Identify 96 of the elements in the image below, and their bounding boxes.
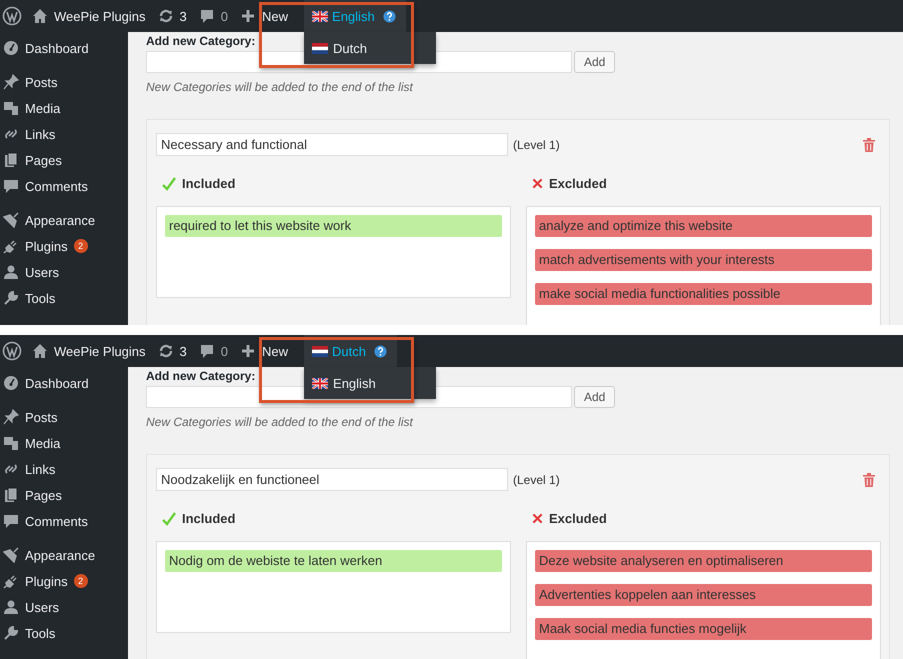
excluded-item[interactable]: match advertisements with your interests xyxy=(535,249,872,271)
category-name-input[interactable]: Necessary and functional xyxy=(156,133,508,156)
help-icon[interactable] xyxy=(382,10,396,22)
user-icon xyxy=(3,264,19,280)
update-count-badge: 2 xyxy=(74,239,88,253)
wordpress-logo-icon[interactable] xyxy=(2,341,22,361)
pages-icon xyxy=(3,152,19,168)
sidebar-menu-item[interactable]: Media xyxy=(0,95,128,121)
sidebar-menu-item[interactable]: Comments xyxy=(0,173,128,199)
sidebar-menu-item[interactable]: Tools xyxy=(0,620,128,646)
trash-icon[interactable] xyxy=(863,472,875,486)
language-option[interactable]: English xyxy=(304,371,436,395)
user-icon xyxy=(3,599,19,615)
sidebar-menu-item[interactable]: Plugins 2 xyxy=(0,568,128,594)
plug-icon xyxy=(3,573,19,589)
dutch-flag-icon xyxy=(312,42,328,54)
hint-text: New Categories will be added to the end of the list xyxy=(146,415,414,429)
site-name-link[interactable]: WeePie Plugins xyxy=(54,8,146,24)
sidebar-menu-item[interactable]: Media xyxy=(0,430,128,456)
check-icon xyxy=(162,176,176,190)
cross-icon xyxy=(532,178,543,189)
updates-count[interactable]: 3 xyxy=(180,344,187,358)
refresh-icon[interactable] xyxy=(158,343,174,359)
level-text: (Level 1) xyxy=(513,472,560,486)
excluded-item[interactable]: Maak social media functies mogelijk xyxy=(535,618,872,640)
plus-icon[interactable] xyxy=(240,8,256,24)
refresh-icon[interactable] xyxy=(158,8,174,24)
add-category-label: Add new Category: xyxy=(146,369,256,384)
pin-icon xyxy=(3,409,19,425)
cross-icon xyxy=(532,513,543,524)
add-button[interactable]: Add xyxy=(574,51,616,73)
pin-icon xyxy=(3,74,19,90)
sidebar-menu-item[interactable]: Links xyxy=(0,121,128,147)
excluded-item[interactable]: Advertenties koppelen aan interesses xyxy=(535,584,872,606)
sidebar-menu-item[interactable]: Tools xyxy=(0,285,128,311)
update-count-badge: 2 xyxy=(74,574,88,588)
excluded-item[interactable]: make social media functionalities possible xyxy=(535,283,872,305)
new-link[interactable]: New xyxy=(262,8,288,24)
pages-icon xyxy=(3,487,19,503)
wrench-icon xyxy=(3,625,19,641)
updates-count[interactable]: 3 xyxy=(180,8,187,24)
brush-icon xyxy=(3,212,19,228)
comments-count[interactable]: 0 xyxy=(220,344,228,358)
included-item[interactable]: required to let this website work xyxy=(165,215,502,237)
add-category-label: Add new Category: xyxy=(146,34,256,49)
comment-icon[interactable] xyxy=(198,343,215,359)
plus-icon[interactable] xyxy=(240,343,256,359)
language-switcher[interactable]: English xyxy=(304,0,406,32)
sidebar-menu-item[interactable]: Pages xyxy=(0,482,128,508)
comment-icon xyxy=(3,178,19,194)
media-icon xyxy=(3,435,19,451)
sidebar-menu-item[interactable]: Comments xyxy=(0,508,128,534)
comment-icon[interactable] xyxy=(198,8,215,24)
sidebar-menu-item[interactable]: Plugins 2 xyxy=(0,233,128,259)
help-icon[interactable] xyxy=(374,344,387,358)
sidebar-menu-item[interactable]: Appearance xyxy=(0,207,128,233)
language-option[interactable]: Dutch xyxy=(304,36,436,60)
dutch-flag-icon xyxy=(312,346,328,356)
brush-icon xyxy=(3,547,19,563)
wrench-icon xyxy=(3,290,19,306)
hint-text: New Categories will be added to the end of the list xyxy=(146,80,414,94)
home-icon[interactable] xyxy=(32,343,48,359)
category-name-input[interactable]: Noodzakelijk en functioneel xyxy=(156,468,508,491)
excluded-heading: Excluded xyxy=(549,511,607,526)
dashboard-icon xyxy=(3,40,19,56)
media-icon xyxy=(3,100,19,116)
excluded-item[interactable]: Deze website analyseren en optimaliseren xyxy=(535,550,872,572)
trash-icon[interactable] xyxy=(863,138,875,152)
check-icon xyxy=(162,512,176,526)
sidebar-menu-item[interactable]: Users xyxy=(0,259,128,285)
comment-icon xyxy=(3,513,19,529)
sidebar-menu-item[interactable]: Appearance xyxy=(0,542,128,568)
sidebar-menu-item[interactable]: Posts xyxy=(0,404,128,430)
included-heading: Included xyxy=(182,511,236,526)
excluded-item[interactable]: analyze and optimize this website xyxy=(535,215,872,237)
add-button[interactable]: Add xyxy=(574,386,616,408)
home-icon[interactable] xyxy=(32,8,48,24)
comments-count[interactable]: 0 xyxy=(220,8,228,24)
sidebar-menu-item[interactable]: Users xyxy=(0,594,128,620)
excluded-heading: Excluded xyxy=(549,176,607,191)
included-heading: Included xyxy=(182,176,236,191)
sidebar-menu-item[interactable]: Dashboard xyxy=(0,370,128,396)
uk-flag-icon xyxy=(312,378,328,388)
site-name-link[interactable]: WeePie Plugins xyxy=(54,344,146,358)
language-switcher[interactable]: Dutch xyxy=(304,335,397,367)
level-text: (Level 1) xyxy=(513,138,560,152)
wordpress-logo-icon[interactable] xyxy=(2,6,22,26)
sidebar-menu-item[interactable]: Pages xyxy=(0,147,128,173)
sidebar-menu-item[interactable]: Posts xyxy=(0,69,128,95)
sidebar-menu-item[interactable]: Dashboard xyxy=(0,35,128,61)
plug-icon xyxy=(3,238,19,254)
uk-flag-icon xyxy=(312,10,328,22)
new-link[interactable]: New xyxy=(262,344,288,358)
dashboard-icon xyxy=(3,375,19,391)
sidebar-menu-item[interactable]: Links xyxy=(0,456,128,482)
included-item[interactable]: Nodig om de webiste te laten werken xyxy=(165,550,502,572)
